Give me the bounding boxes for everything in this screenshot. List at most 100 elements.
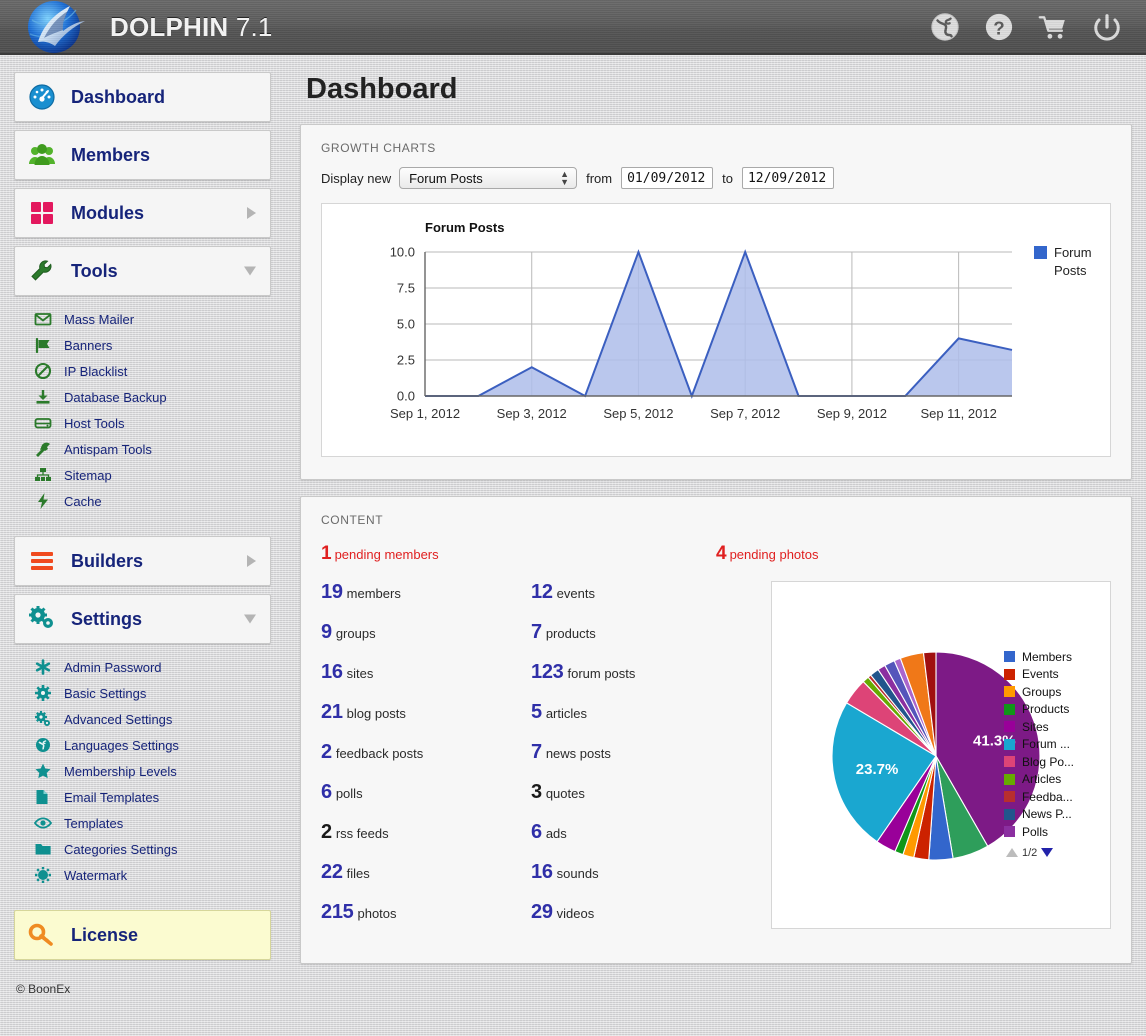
sidebar-subitem-admin-password[interactable]: Admin Password — [34, 654, 271, 680]
growth-line-chart[interactable]: 0.02.55.07.510.0Sep 1, 2012Sep 3, 2012Se… — [322, 204, 1110, 456]
pie-legend-item[interactable]: Sites — [1004, 718, 1074, 736]
pie-legend-item[interactable]: Forum ... — [1004, 736, 1074, 754]
stat-label: videos — [557, 906, 595, 921]
pie-legend-item[interactable]: Blog Po... — [1004, 753, 1074, 771]
growth-chart-card: Forum Posts 0.02.55.07.510.0Sep 1, 2012S… — [321, 203, 1111, 457]
stat-count: 6 — [531, 821, 542, 843]
sitemap-icon — [34, 466, 52, 484]
stat-groups[interactable]: 9groups — [321, 621, 531, 644]
stat-polls[interactable]: 6polls — [321, 781, 531, 804]
sidebar-subitem-banners[interactable]: Banners — [34, 332, 271, 358]
sidebar-subitem-label: Banners — [64, 338, 112, 353]
date-to-input[interactable] — [742, 167, 834, 189]
pie-legend-item[interactable]: News P... — [1004, 806, 1074, 824]
stat-label: events — [557, 586, 595, 601]
chevron-right-icon[interactable] — [247, 555, 256, 567]
sidebar-subitem-mass-mailer[interactable]: Mass Mailer — [34, 306, 271, 332]
stat-forum-posts[interactable]: 123forum posts — [531, 661, 741, 684]
pie-legend-item[interactable]: Events — [1004, 666, 1074, 684]
legend-label: Groups — [1022, 685, 1061, 699]
stat-rss-feeds[interactable]: 2rss feeds — [321, 821, 531, 844]
sidebar-item-dashboard[interactable]: Dashboard — [14, 72, 271, 122]
stat-news-posts[interactable]: 7news posts — [531, 741, 741, 764]
legend-next-page-icon[interactable] — [1041, 848, 1053, 857]
sidebar-subitem-database-backup[interactable]: Database Backup — [34, 384, 271, 410]
growth-controls: Display new Forum Posts ▲▼ from to — [301, 165, 1131, 203]
sidebar-subitem-categories-settings[interactable]: Categories Settings — [34, 836, 271, 862]
pending-row: 1pending members 4pending photos — [301, 537, 1131, 581]
sidebar-subitem-languages-settings[interactable]: Languages Settings — [34, 732, 271, 758]
svg-text:Sep 9, 2012: Sep 9, 2012 — [817, 406, 887, 421]
sidebar-item-tools[interactable]: Tools — [14, 246, 271, 296]
sidebar-item-modules[interactable]: Modules — [14, 188, 271, 238]
pie-legend-item[interactable]: Polls — [1004, 823, 1074, 841]
globe-icon[interactable] — [930, 12, 960, 42]
sidebar-item-label: Settings — [71, 609, 142, 630]
help-icon[interactable]: ? — [984, 12, 1014, 42]
pending-members[interactable]: 1pending members — [321, 543, 716, 565]
chevron-right-icon[interactable] — [247, 207, 256, 219]
stat-articles[interactable]: 5articles — [531, 701, 741, 724]
sidebar-subitem-label: Antispam Tools — [64, 442, 152, 457]
display-type-value: Forum Posts — [409, 171, 483, 186]
builders-icon — [27, 546, 57, 576]
chevron-down-icon[interactable] — [244, 615, 256, 624]
stat-events[interactable]: 12events — [531, 581, 741, 604]
sidebar-subitem-host-tools[interactable]: Host Tools — [34, 410, 271, 436]
stat-blog-posts[interactable]: 21blog posts — [321, 701, 531, 724]
stat-sites[interactable]: 16sites — [321, 661, 531, 684]
sidebar-subitem-cache[interactable]: Cache — [34, 488, 271, 514]
envelope-icon — [34, 310, 52, 328]
display-type-select[interactable]: Forum Posts ▲▼ — [399, 167, 577, 189]
stat-label: ads — [546, 826, 567, 841]
stat-videos[interactable]: 29videos — [531, 901, 741, 924]
stat-photos[interactable]: 215photos — [321, 901, 531, 924]
date-from-input[interactable] — [621, 167, 713, 189]
stat-ads[interactable]: 6 ads — [531, 821, 741, 844]
pie-legend-item[interactable]: Members — [1004, 648, 1074, 666]
legend-prev-page-icon[interactable] — [1006, 848, 1018, 857]
pie-legend-item[interactable]: Products — [1004, 701, 1074, 719]
sidebar-block-builders: Builders — [14, 536, 271, 586]
growth-charts-title: GROWTH CHARTS — [301, 125, 1131, 165]
sidebar-subitem-label: Email Templates — [64, 790, 159, 805]
power-icon[interactable] — [1092, 12, 1122, 42]
main-content: Dashboard GROWTH CHARTS Display new Foru… — [286, 55, 1146, 1036]
sidebar-subitem-label: Advanced Settings — [64, 712, 172, 727]
sidebar-item-settings[interactable]: Settings — [14, 594, 271, 644]
sidebar-subitem-membership-levels[interactable]: Membership Levels — [34, 758, 271, 784]
sidebar-subitem-templates[interactable]: Templates — [34, 810, 271, 836]
pie-legend-item[interactable]: Feedba... — [1004, 788, 1074, 806]
page-title: Dashboard — [306, 73, 1132, 106]
legend-label: Products — [1022, 702, 1069, 716]
legend-swatch — [1004, 721, 1015, 732]
sidebar-subitem-email-templates[interactable]: Email Templates — [34, 784, 271, 810]
chevron-down-icon[interactable] — [244, 267, 256, 276]
sidebar-subitem-watermark[interactable]: Watermark — [34, 862, 271, 888]
dashboard-icon — [27, 82, 57, 112]
legend-label: Forum ... — [1022, 737, 1070, 751]
stat-products[interactable]: 7products — [531, 621, 741, 644]
sidebar-subitem-basic-settings[interactable]: Basic Settings — [34, 680, 271, 706]
sidebar-subitem-sitemap[interactable]: Sitemap — [34, 462, 271, 488]
pie-legend-item[interactable]: Articles — [1004, 771, 1074, 789]
dolphin-logo-icon — [16, 0, 98, 56]
cart-icon[interactable] — [1038, 12, 1068, 42]
stat-files[interactable]: 22files — [321, 861, 531, 884]
content-body: 19members 9groups 16sites 21blog posts 2feed… — [301, 581, 1131, 963]
sidebar-item-label: Modules — [71, 203, 144, 224]
pie-legend-item[interactable]: Groups — [1004, 683, 1074, 701]
legend-swatch — [1004, 791, 1015, 802]
globe-small-icon — [34, 736, 52, 754]
sidebar-item-builders[interactable]: Builders — [14, 536, 271, 586]
sidebar-item-members[interactable]: Members — [14, 130, 271, 180]
stat-quotes[interactable]: 3quotes — [531, 781, 741, 804]
sidebar-subitem-advanced-settings[interactable]: Advanced Settings — [34, 706, 271, 732]
sidebar-subitem-antispam-tools[interactable]: Antispam Tools — [34, 436, 271, 462]
stat-feedback-posts[interactable]: 2feedback posts — [321, 741, 531, 764]
pending-photos[interactable]: 4pending photos — [716, 543, 819, 565]
sidebar-subitem-ip-blacklist[interactable]: IP Blacklist — [34, 358, 271, 384]
stat-members[interactable]: 19members — [321, 581, 531, 604]
sidebar-item-license[interactable]: License — [14, 910, 271, 960]
stat-sounds[interactable]: 16sounds — [531, 861, 741, 884]
